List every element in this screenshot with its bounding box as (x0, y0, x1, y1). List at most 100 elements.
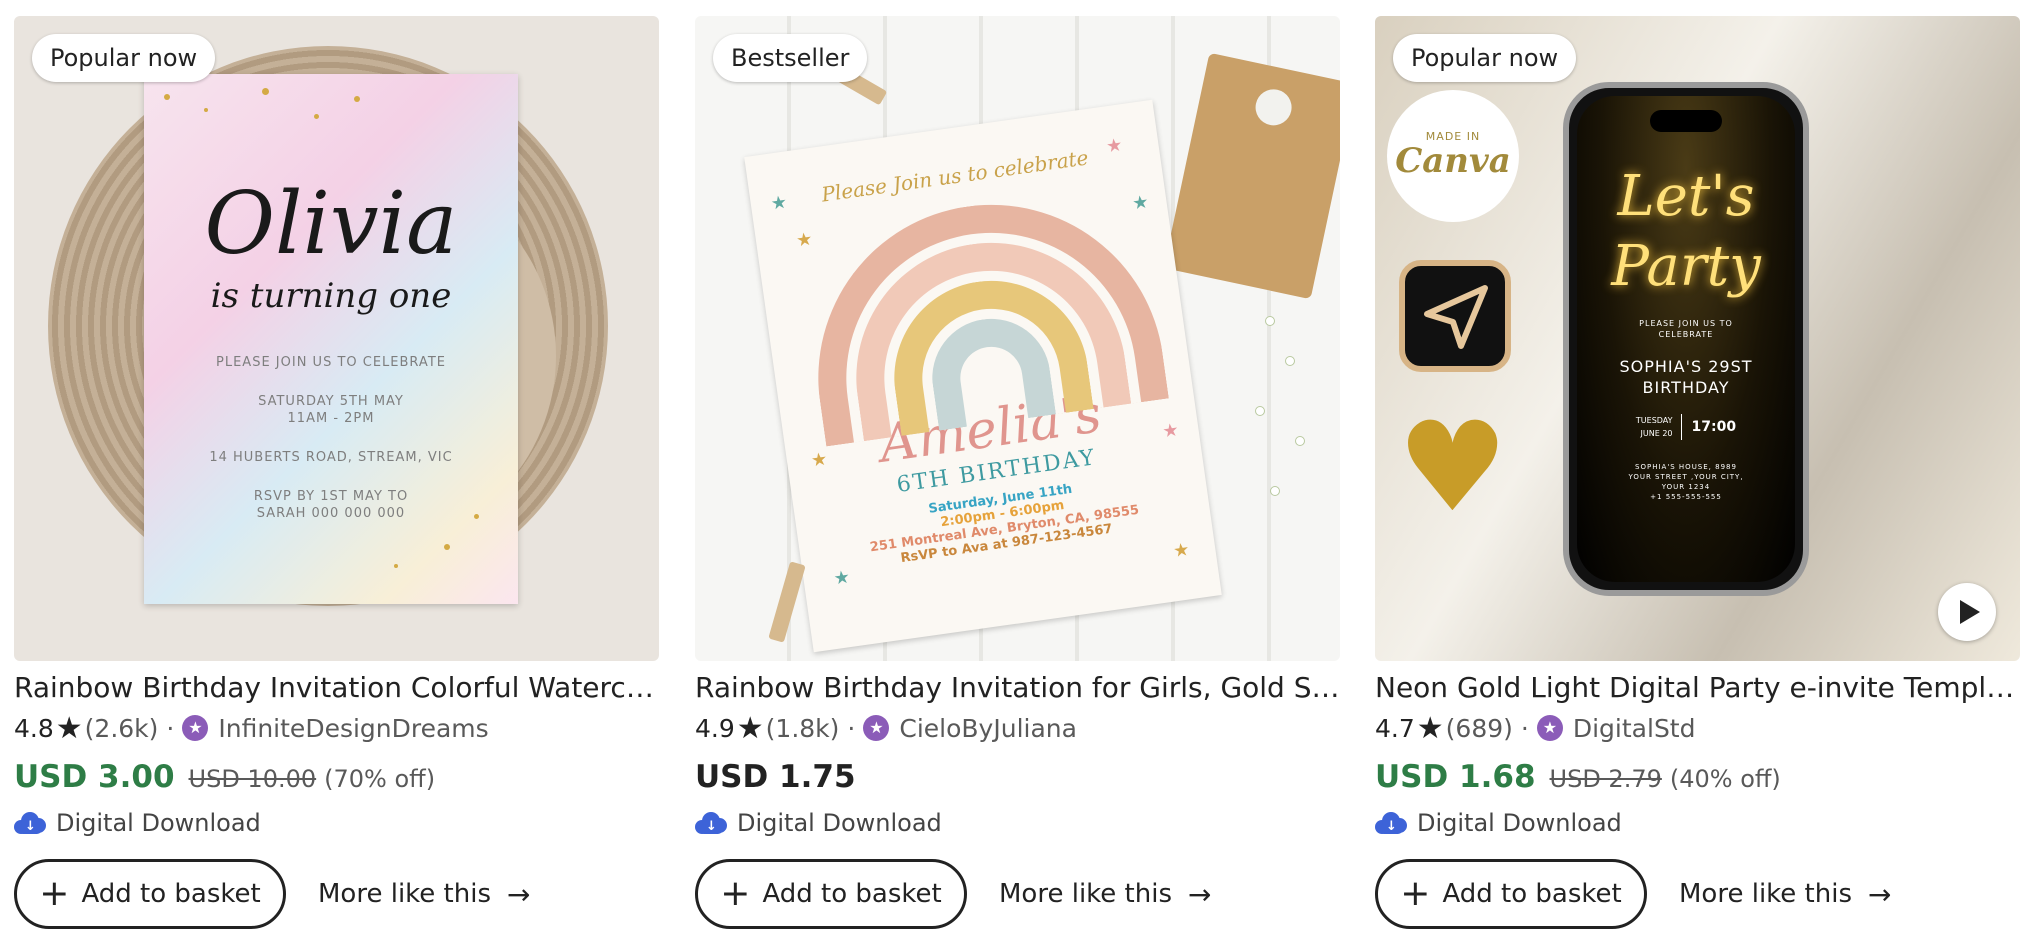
more-like-this-label: More like this (999, 879, 1172, 909)
price-row: USD 1.68 USD 2.79 (40% off) (1375, 759, 2020, 797)
play-video-button[interactable] (1938, 583, 1996, 641)
phone-mockup: Let's Party PLEASE JOIN US TO CELEBRATE … (1563, 82, 1809, 596)
add-to-basket-button[interactable]: + Add to basket (1375, 859, 1647, 929)
gold-heart-icon: ♥ (1397, 396, 1509, 540)
rating-value: 4.8 (14, 713, 54, 743)
made-in-canva-logo: MADE IN Canva (1387, 90, 1519, 222)
rating-row: 4.7 ★ (689) · ★ DigitalStd (1375, 709, 2020, 747)
card-actions: + Add to basket More like this → (14, 859, 659, 929)
popular-badge: Popular now (1393, 34, 1577, 82)
arrow-right-icon: → (1188, 877, 1212, 911)
shop-name[interactable]: CieloByJuliana (899, 714, 1077, 743)
add-to-basket-label: Add to basket (81, 879, 261, 909)
invitation-address-1: SOPHIA'S HOUSE, 8989 (1635, 463, 1737, 471)
rating-value: 4.7 (1375, 713, 1415, 743)
more-like-this-label: More like this (1679, 879, 1852, 909)
card-actions: + Add to basket More like this → (1375, 859, 2020, 929)
invitation-subtitle: is turning one (210, 276, 452, 316)
review-count: (689) (1445, 713, 1513, 743)
product-card[interactable]: Please Join us to celebrate Amelia's 6TH… (695, 16, 1340, 929)
product-title[interactable]: Rainbow Birthday Invitation for Girls, G… (695, 669, 1340, 707)
shop-name[interactable]: DigitalStd (1573, 714, 1696, 743)
arrow-right-icon: → (507, 877, 531, 911)
star-seller-icon: ★ (1536, 715, 1563, 741)
invitation-card: Please Join us to celebrate Amelia's 6TH… (744, 99, 1222, 653)
invitation-join: PLEASE JOIN US TO (1639, 319, 1733, 328)
card-actions: + Add to basket More like this → (695, 859, 1340, 929)
product-card[interactable]: MADE IN Canva ♥ Let's Party PLEASE JOIN … (1375, 16, 2020, 929)
original-price: USD 10.00 (188, 765, 317, 793)
sale-price: USD 3.00 (14, 759, 175, 795)
invitation-date: JUNE 20 (1640, 429, 1673, 438)
invitation-time: 17:00 (1691, 419, 1737, 435)
discount-label: (70% off) (324, 765, 436, 793)
invitation-line: 14 HUBERTS ROAD, STREAM, VIC (209, 450, 453, 465)
price-row: USD 3.00 USD 10.00 (70% off) (14, 759, 659, 797)
shop-name[interactable]: InfiniteDesignDreams (218, 714, 488, 743)
add-to-basket-label: Add to basket (762, 879, 942, 909)
play-icon (1960, 600, 1980, 624)
invitation-line: RSVP BY 1ST MAY TO (253, 489, 409, 504)
download-label: Digital Download (1417, 809, 1622, 837)
rating-row: 4.8 ★ (2.6k) · ★ InfiniteDesignDreams (14, 709, 659, 747)
discount-label: (40% off) (1669, 765, 1781, 793)
add-to-basket-button[interactable]: + Add to basket (14, 859, 286, 929)
price-row: USD 1.75 (695, 759, 1340, 797)
rainbow-graphic (795, 182, 1169, 447)
more-like-this-label: More like this (318, 879, 491, 909)
invitation-address-3: YOUR 1234 (1661, 483, 1711, 491)
more-like-this-link[interactable]: More like this → (318, 878, 530, 911)
rating-row: 4.9 ★ (1.8k) · ★ CieloByJuliana (695, 709, 1340, 747)
star-icon: ★ (736, 710, 764, 746)
invitation-line: SATURDAY 5TH MAY (258, 394, 404, 409)
arrow-right-icon: → (1868, 877, 1892, 911)
plus-icon: + (1400, 873, 1431, 914)
digital-download: ↓ Digital Download (14, 805, 659, 841)
digital-download: ↓ Digital Download (1375, 805, 2020, 841)
plus-icon: + (39, 873, 70, 914)
separator: · (847, 713, 856, 743)
star-icon: ★ (55, 710, 83, 746)
invitation-line: 11AM - 2PM (287, 411, 375, 426)
product-card[interactable]: Olivia is turning one PLEASE JOIN US TO … (14, 16, 659, 929)
plus-icon: + (720, 873, 751, 914)
product-image[interactable]: Olivia is turning one PLEASE JOIN US TO … (14, 16, 659, 661)
more-like-this-link[interactable]: More like this → (999, 878, 1211, 911)
star-seller-icon: ★ (863, 715, 890, 741)
popular-badge: Popular now (32, 34, 216, 82)
more-like-this-link[interactable]: More like this → (1679, 878, 1891, 911)
download-label: Digital Download (737, 809, 942, 837)
product-image[interactable]: MADE IN Canva ♥ Let's Party PLEASE JOIN … (1375, 16, 2020, 661)
star-icon: ★ (1416, 710, 1444, 746)
separator: · (1520, 713, 1529, 743)
send-icon (1399, 260, 1511, 372)
cloud-download-icon: ↓ (1375, 812, 1407, 834)
cloud-download-icon: ↓ (14, 812, 46, 834)
kraft-tag (1163, 52, 1340, 300)
star-seller-icon: ★ (182, 715, 209, 741)
invitation-card: Olivia is turning one PLEASE JOIN US TO … (144, 74, 518, 604)
separator: · (166, 713, 175, 743)
invitation-day: TUESDAY (1635, 416, 1673, 425)
review-count: (1.8k) (765, 713, 840, 743)
product-title[interactable]: Neon Gold Light Digital Party e-invite T… (1375, 669, 2020, 707)
canva-label: Canva (1395, 141, 1511, 181)
invitation-headline: Let's Party (1611, 164, 1761, 299)
bestseller-badge: Bestseller (713, 34, 868, 82)
download-label: Digital Download (56, 809, 261, 837)
sale-price: USD 1.68 (1375, 759, 1536, 795)
add-to-basket-label: Add to basket (1442, 879, 1622, 909)
clothespin (768, 561, 806, 643)
cloud-download-icon: ↓ (695, 812, 727, 834)
price: USD 1.75 (695, 759, 856, 795)
add-to-basket-button[interactable]: + Add to basket (695, 859, 967, 929)
product-title[interactable]: Rainbow Birthday Invitation Colorful Wat… (14, 669, 659, 707)
invitation-address-2: YOUR STREET ,YOUR CITY, (1628, 473, 1744, 481)
invitation-event: SOPHIA'S 29ST BIRTHDAY (1619, 357, 1753, 397)
invitation-celebrate: CELEBRATE (1658, 330, 1714, 339)
rating-value: 4.9 (695, 713, 735, 743)
original-price: USD 2.79 (1549, 765, 1662, 793)
product-image[interactable]: Please Join us to celebrate Amelia's 6TH… (695, 16, 1340, 661)
review-count: (2.6k) (84, 713, 159, 743)
invitation-line: PLEASE JOIN US TO CELEBRATE (216, 355, 446, 370)
